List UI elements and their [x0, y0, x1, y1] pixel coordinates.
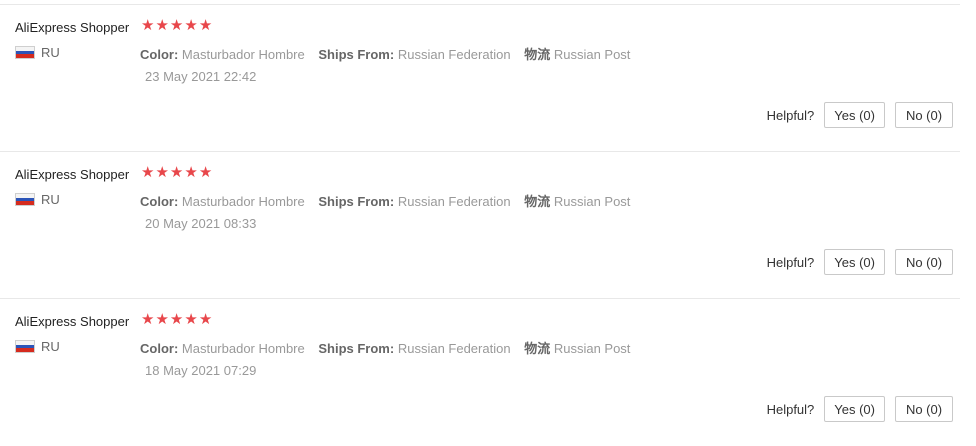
logistics-label: 物流 — [524, 194, 551, 209]
star-icon: ★ — [198, 17, 213, 34]
helpful-vote: Helpful? Yes (0) No (0) — [767, 396, 953, 422]
russia-flag-icon — [15, 46, 35, 59]
helpful-yes-button[interactable]: Yes (0) — [824, 102, 885, 128]
reviewer-country: RU — [15, 339, 60, 354]
star-icon: ★ — [155, 164, 169, 181]
country-code: RU — [41, 339, 60, 354]
review-item: AliExpress Shopper ★ ★ ★ ★ ★ RU Color: M… — [0, 5, 976, 152]
helpful-label: Helpful? — [766, 254, 815, 270]
order-attributes: Color: Masturbador Hombre Ships From: Ru… — [140, 191, 630, 210]
star-rating: ★ ★ ★ ★ ★ — [141, 312, 212, 328]
reviewer-country: RU — [15, 192, 60, 207]
helpful-yes-button[interactable]: Yes (0) — [824, 249, 885, 275]
star-icon: ★ — [169, 17, 184, 34]
star-icon: ★ — [155, 17, 169, 34]
reviewer-name: AliExpress Shopper — [15, 314, 130, 329]
russia-flag-icon — [15, 193, 35, 206]
star-icon: ★ — [141, 17, 155, 34]
logistics-value: Russian Post — [553, 47, 631, 62]
country-code: RU — [41, 192, 60, 207]
ships-from-label: Ships From: — [318, 341, 395, 356]
helpful-yes-button[interactable]: Yes (0) — [824, 396, 885, 422]
star-icon: ★ — [141, 164, 155, 181]
color-value: Masturbador Hombre — [181, 194, 305, 209]
star-rating: ★ ★ ★ ★ ★ — [141, 165, 212, 181]
reviewer-name: AliExpress Shopper — [15, 167, 130, 182]
helpful-label: Helpful? — [766, 107, 815, 123]
reviewer-country: RU — [15, 45, 60, 60]
star-icon: ★ — [184, 311, 198, 328]
star-icon: ★ — [184, 164, 198, 181]
star-icon: ★ — [184, 17, 198, 34]
order-attributes: Color: Masturbador Hombre Ships From: Ru… — [140, 338, 630, 357]
ships-from-label: Ships From: — [318, 194, 395, 209]
reviewer-name: AliExpress Shopper — [15, 20, 130, 35]
review-item: AliExpress Shopper ★ ★ ★ ★ ★ RU Color: M… — [0, 152, 976, 299]
ships-from-value: Russian Federation — [397, 47, 511, 62]
star-icon: ★ — [155, 311, 169, 328]
order-attributes: Color: Masturbador Hombre Ships From: Ru… — [140, 44, 630, 63]
logistics-label: 物流 — [524, 47, 551, 62]
star-rating: ★ ★ ★ ★ ★ — [141, 18, 212, 34]
color-value: Masturbador Hombre — [181, 341, 305, 356]
review-date: 23 May 2021 22:42 — [145, 69, 257, 84]
star-icon: ★ — [141, 311, 155, 328]
ships-from-label: Ships From: — [318, 47, 395, 62]
star-icon: ★ — [169, 164, 184, 181]
helpful-no-button[interactable]: No (0) — [895, 249, 953, 275]
color-label: Color: — [140, 47, 179, 62]
star-icon: ★ — [198, 164, 213, 181]
star-icon: ★ — [169, 311, 184, 328]
review-date: 18 May 2021 07:29 — [145, 363, 257, 378]
logistics-label: 物流 — [524, 341, 551, 356]
logistics-value: Russian Post — [553, 341, 631, 356]
color-value: Masturbador Hombre — [181, 47, 305, 62]
helpful-vote: Helpful? Yes (0) No (0) — [767, 102, 953, 128]
ships-from-value: Russian Federation — [397, 341, 511, 356]
helpful-no-button[interactable]: No (0) — [895, 102, 953, 128]
helpful-vote: Helpful? Yes (0) No (0) — [767, 249, 953, 275]
helpful-no-button[interactable]: No (0) — [895, 396, 953, 422]
country-code: RU — [41, 45, 60, 60]
helpful-label: Helpful? — [766, 401, 815, 417]
review-item: AliExpress Shopper ★ ★ ★ ★ ★ RU Color: M… — [0, 299, 976, 446]
star-icon: ★ — [198, 311, 213, 328]
russia-flag-icon — [15, 340, 35, 353]
color-label: Color: — [140, 194, 179, 209]
ships-from-value: Russian Federation — [397, 194, 511, 209]
logistics-value: Russian Post — [553, 194, 631, 209]
color-label: Color: — [140, 341, 179, 356]
review-date: 20 May 2021 08:33 — [145, 216, 257, 231]
